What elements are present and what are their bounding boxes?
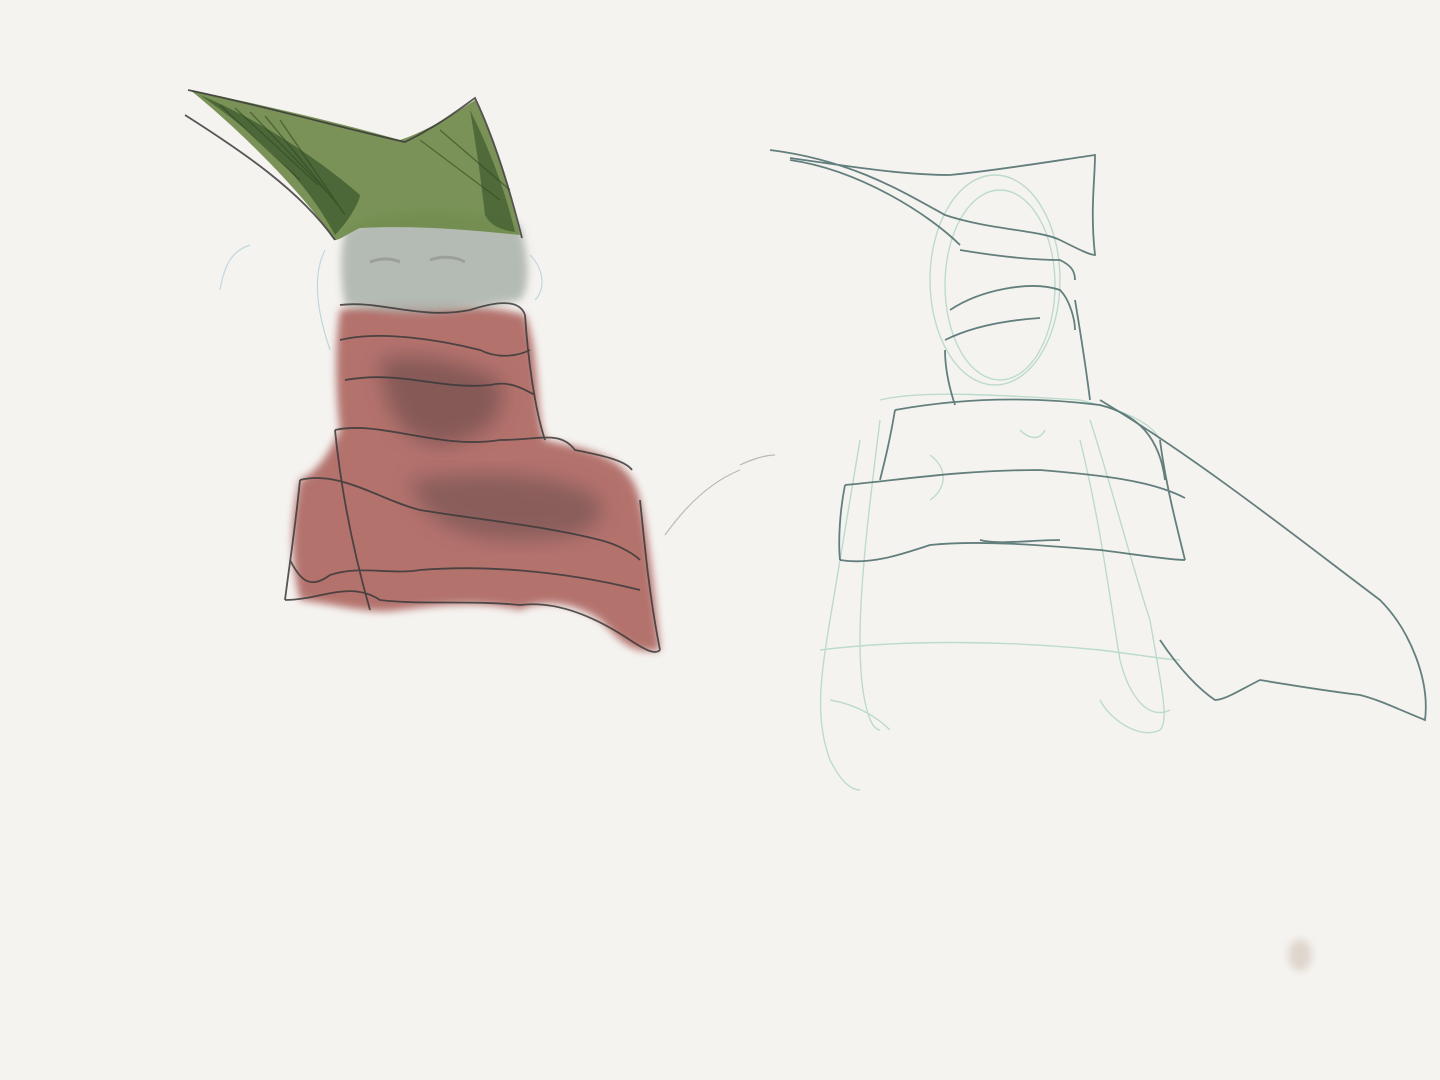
- paint-smudge: [1288, 939, 1312, 971]
- drawing-canvas[interactable]: [0, 0, 1440, 1080]
- sketch-artwork: [184, 89, 1427, 971]
- painted-figure: [184, 89, 776, 653]
- outline-sketch: [769, 149, 1427, 791]
